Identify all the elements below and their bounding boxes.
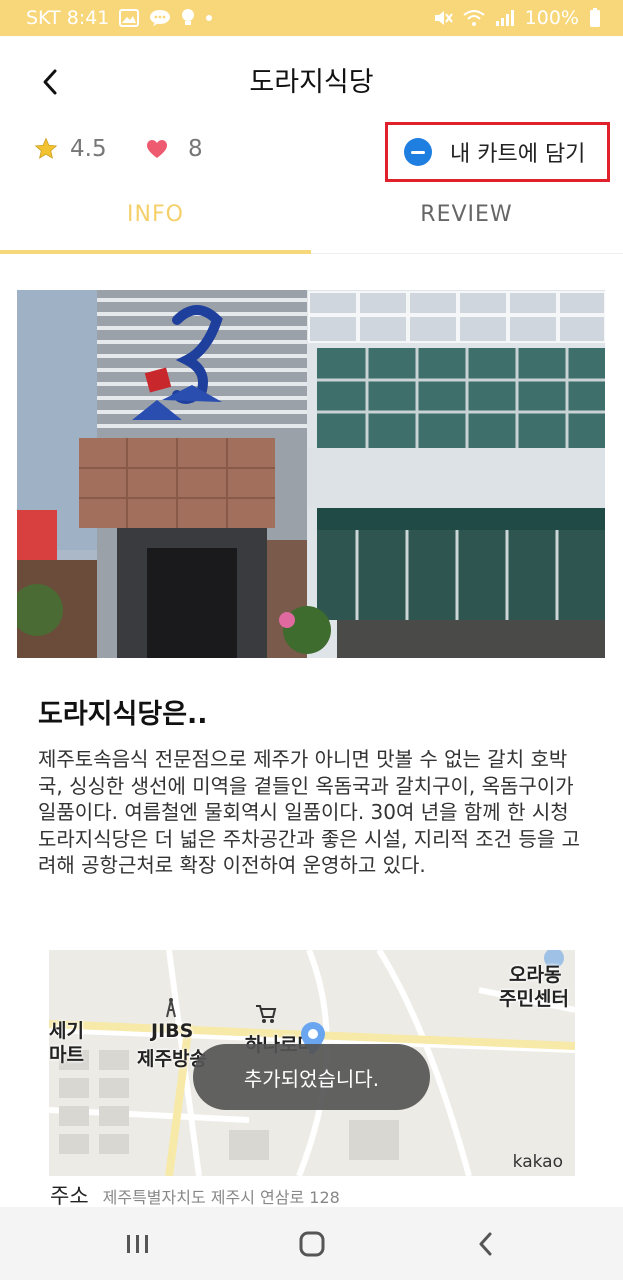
star-icon <box>34 137 58 159</box>
address-row: 주소 제주특별자치도 제주시 연삼로 128 <box>50 1180 340 1210</box>
nav-back-icon <box>479 1232 492 1256</box>
add-to-cart-button[interactable]: 내 카트에 담기 <box>385 122 610 182</box>
mute-icon <box>434 11 453 25</box>
status-bar: SKT 8:41 100% <box>0 0 623 36</box>
app-bar: 도라지식당 <box>0 36 623 122</box>
bulb-icon <box>182 9 195 25</box>
cart-button-label: 내 카트에 담기 <box>450 142 586 167</box>
map-label-segi: 세기 <box>49 1020 84 1042</box>
recent-apps-icon <box>127 1235 148 1253</box>
restaurant-photo <box>17 290 605 658</box>
image-icon <box>119 9 140 27</box>
chat-icon <box>150 10 171 26</box>
map-label-mart: 마트 <box>49 1044 84 1066</box>
tab-bar: INFO REVIEW <box>0 190 623 254</box>
minus-circle-icon <box>404 138 432 166</box>
rating-value: 4.5 <box>70 136 107 162</box>
intro-title: 도라지식당은.. <box>38 699 208 730</box>
likes[interactable]: 8 <box>146 136 203 162</box>
kakao-logo: kakao <box>512 1152 563 1172</box>
home-button[interactable] <box>292 1227 332 1261</box>
nav-back-button[interactable] <box>466 1227 506 1261</box>
carrier-time: SKT 8:41 <box>26 7 110 29</box>
toast-message: 추가되었습니다. <box>193 1044 430 1110</box>
tab-info[interactable]: INFO <box>0 202 311 227</box>
tab-review[interactable]: REVIEW <box>311 202 622 227</box>
battery-percent: 100% <box>524 7 579 29</box>
tower-icon <box>166 998 176 1018</box>
stats-row: 4.5 8 내 카트에 담기 <box>0 122 623 182</box>
cart-icon <box>256 1005 277 1023</box>
likes-count: 8 <box>188 136 203 162</box>
map-label-oradong: 오라동 <box>509 964 562 986</box>
address-value: 제주특별자치도 제주시 연삼로 128 <box>102 1188 340 1207</box>
intro-description: 제주토속음식 전문점으로 제주가 아니면 맛볼 수 없는 갈치 호박국, 싱싱한… <box>38 747 580 878</box>
signal-icon <box>495 10 514 26</box>
address-label: 주소 <box>50 1184 89 1208</box>
active-tab-indicator <box>0 250 311 254</box>
page-title: 도라지식당 <box>249 67 374 98</box>
map-label-jibs: JIBS <box>151 1020 194 1042</box>
rating: 4.5 <box>34 136 107 162</box>
wifi-icon <box>463 10 485 26</box>
home-icon <box>299 1231 325 1257</box>
heart-icon <box>147 140 167 158</box>
map-label-center: 주민센터 <box>499 988 569 1010</box>
recent-apps-button[interactable] <box>118 1227 158 1261</box>
dot-icon <box>206 15 213 21</box>
battery-icon <box>590 8 600 27</box>
system-nav-bar <box>0 1207 623 1280</box>
